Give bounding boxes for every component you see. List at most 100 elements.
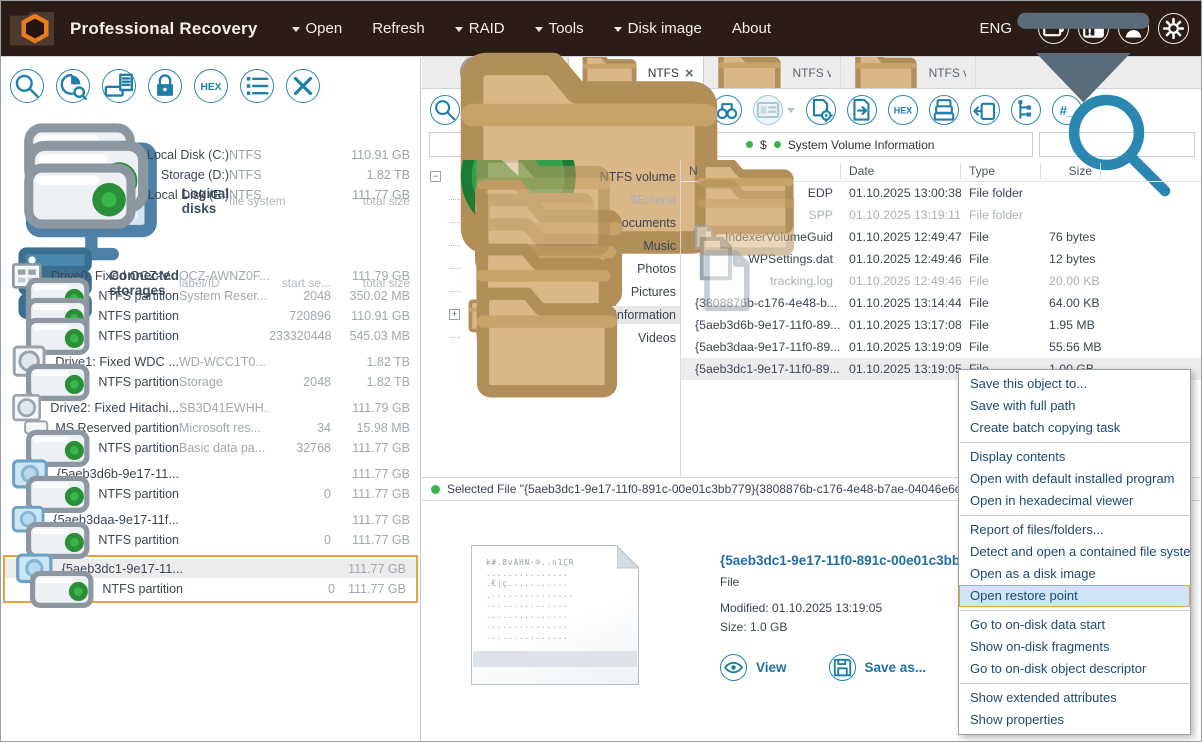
menu-item-open[interactable]: Open bbox=[292, 20, 343, 37]
context-menu-item-go-to-on-disk-object-descriptor[interactable]: Go to on-disk object descriptor bbox=[959, 658, 1190, 680]
tree-stub-icon bbox=[449, 291, 460, 292]
thumbnail-line: ............... bbox=[486, 632, 628, 643]
attributes-button[interactable] bbox=[240, 69, 274, 103]
collapse-icon[interactable]: − bbox=[430, 171, 441, 182]
context-menu-item-detect-and-open-a-contained-file-system[interactable]: Detect and open a contained file system bbox=[959, 541, 1190, 563]
app-window: Professional Recovery OpenRefreshRAIDToo… bbox=[0, 0, 1202, 742]
storage-size: 111.79 GB bbox=[331, 401, 410, 415]
logical-disks-list: Local Disk (C:)NTFS110.91 GBStorage (D:)… bbox=[1, 145, 420, 205]
connected-storages-list: Drive0: Fixed OCZ-V...OCZ-AWNZ0F...111.7… bbox=[1, 266, 420, 603]
storage-label: NTFS partition bbox=[102, 582, 183, 596]
file-size: 20.00 KB bbox=[1041, 274, 1101, 288]
report-button[interactable] bbox=[929, 95, 959, 125]
file-date: 01.10.2025 13:19:05 bbox=[841, 362, 961, 376]
thumbnail-line: .€¦ç........... bbox=[486, 579, 628, 590]
storage-start-sector: 34 bbox=[269, 421, 331, 435]
file-date: 01.10.2025 12:49:47 bbox=[841, 230, 961, 244]
context-menu-item-display-contents[interactable]: Display contents bbox=[959, 446, 1190, 468]
toolbar-group bbox=[970, 95, 1000, 125]
toolbar-group bbox=[929, 95, 959, 125]
storage-start-sector: 2048 bbox=[269, 289, 331, 303]
save-as-button-label: Save as... bbox=[865, 660, 927, 675]
preview-modified: Modified: 01.10.2025 13:19:05 bbox=[720, 601, 988, 615]
file-name-cell: {5aeb3dc1-9e17-11f0-89... bbox=[681, 362, 841, 376]
copy-file-button[interactable] bbox=[847, 95, 877, 125]
file-thumbnail: k#.8vÁHN·®..n1ÇR................€¦ç.....… bbox=[471, 545, 639, 685]
tree-item[interactable]: Videos bbox=[422, 326, 680, 349]
file-type: File bbox=[961, 340, 1041, 354]
disk-filesystem: NTFS bbox=[229, 148, 309, 162]
tree-item-label: Pictures bbox=[627, 283, 680, 301]
file-date: 01.10.2025 12:49:46 bbox=[841, 274, 961, 288]
storage-size: 111.77 GB bbox=[331, 513, 410, 527]
file-size: 64.00 KB bbox=[1041, 296, 1101, 310]
breadcrumb-root[interactable]: $ bbox=[760, 138, 767, 152]
breadcrumb[interactable]: $ System Volume Information bbox=[429, 132, 1033, 157]
storage-partition-row[interactable]: NTFS partition0111.77 GB bbox=[1, 530, 420, 549]
view-button[interactable]: View bbox=[720, 654, 787, 681]
tab-label: NTFS volume (sector 0 on {... bbox=[929, 66, 967, 80]
page-fold-icon bbox=[617, 546, 640, 569]
storage-label: NTFS partition bbox=[98, 375, 179, 389]
storage-size: 111.77 GB bbox=[335, 562, 406, 576]
column-size[interactable]: Size bbox=[1041, 163, 1101, 179]
storage-start-sector: 233320448 bbox=[269, 329, 331, 343]
status-dot-icon bbox=[774, 141, 781, 148]
storage-id: SB3D41EWHH... bbox=[179, 401, 269, 415]
file-row[interactable]: {5aeb3daa-9e17-11f0-89...01.10.2025 13:1… bbox=[681, 336, 1201, 358]
tree-button[interactable] bbox=[1011, 95, 1041, 125]
folder-tree: −NTFS volume$ExtendDocumentsMusicPhotosP… bbox=[422, 160, 681, 477]
storage-id: Storage bbox=[179, 375, 269, 389]
toolbar-group bbox=[806, 95, 836, 125]
tab-4[interactable]: NTFS volume (sector 0 on {... bbox=[841, 57, 977, 88]
context-menu-item-go-to-on-disk-data-start[interactable]: Go to on-disk data start bbox=[959, 614, 1190, 636]
export-button[interactable] bbox=[970, 95, 1000, 125]
context-menu-item-save-this-object-to[interactable]: Save this object to... bbox=[959, 373, 1190, 395]
toolbar-group bbox=[847, 95, 877, 125]
context-menu-item-open-as-a-disk-image[interactable]: Open as a disk image bbox=[959, 563, 1190, 585]
storage-size: 1.82 TB bbox=[331, 375, 410, 389]
file-type: File folder bbox=[961, 208, 1041, 222]
eye-icon bbox=[721, 655, 746, 680]
storage-size: 111.77 GB bbox=[331, 487, 410, 501]
context-menu-item-create-batch-copying-task[interactable]: Create batch copying task bbox=[959, 417, 1190, 439]
storage-start-sector: 0 bbox=[269, 487, 331, 501]
preview-file-name: {5aeb3dc1-9e17-11f0-891c-00e01c3bb779} bbox=[720, 553, 988, 568]
batch-copy-button[interactable] bbox=[806, 95, 836, 125]
menu-item-label: Refresh bbox=[372, 20, 425, 37]
storage-start-sector: 0 bbox=[269, 533, 331, 547]
save-as-button[interactable]: Save as... bbox=[829, 654, 927, 681]
file-row[interactable]: SPP01.10.2025 13:19:11File folder bbox=[681, 204, 1201, 226]
context-menu-item-show-extended-attributes[interactable]: Show extended attributes bbox=[959, 687, 1190, 709]
storage-id: Microsoft res... bbox=[179, 421, 269, 435]
thumbnail-line: ............... bbox=[486, 569, 628, 580]
context-menu-item-open-in-hexadecimal-viewer[interactable]: Open in hexadecimal viewer bbox=[959, 490, 1190, 512]
svg-text:HEX: HEX bbox=[894, 106, 912, 116]
storage-partition-row[interactable]: NTFS partitionStorage20481.82 TB bbox=[1, 372, 420, 391]
file-row[interactable]: tracking.log01.10.2025 12:49:46File20.00… bbox=[681, 270, 1201, 292]
navigation-row: $ System Volume Information bbox=[429, 132, 1195, 157]
column-date[interactable]: Date bbox=[841, 163, 961, 179]
file-type: File bbox=[961, 252, 1041, 266]
context-menu-item-open-with-default-installed-program[interactable]: Open with default installed program bbox=[959, 468, 1190, 490]
context-menu-item-show-properties[interactable]: Show properties bbox=[959, 709, 1190, 731]
hex-button[interactable]: HEX bbox=[888, 95, 918, 125]
context-menu-item-save-with-full-path[interactable]: Save with full path bbox=[959, 395, 1190, 417]
storage-id: Basic data pa... bbox=[179, 441, 269, 455]
breadcrumb-current[interactable]: System Volume Information bbox=[788, 138, 935, 152]
storage-start-sector: 720896 bbox=[269, 309, 331, 323]
close-button[interactable] bbox=[286, 69, 320, 103]
context-menu-item-open-restore-point[interactable]: Open restore point bbox=[959, 585, 1190, 607]
column-type[interactable]: Type bbox=[961, 163, 1041, 179]
expand-icon[interactable]: + bbox=[449, 309, 460, 320]
tree-stub-icon bbox=[449, 199, 460, 200]
file-date: 01.10.2025 13:14:44 bbox=[841, 296, 961, 310]
storage-partition-row[interactable]: NTFS partition0111.77 GB bbox=[5, 579, 416, 598]
context-menu-item-report-of-files-folders[interactable]: Report of files/folders... bbox=[959, 519, 1190, 541]
context-menu-item-show-on-disk-fragments[interactable]: Show on-disk fragments bbox=[959, 636, 1190, 658]
preview-size: Size: 1.0 GB bbox=[720, 620, 988, 634]
copy-file-icon bbox=[848, 96, 876, 124]
menu-item-label: Open bbox=[306, 20, 343, 37]
tree-stub-icon bbox=[449, 245, 460, 246]
menu-item-refresh[interactable]: Refresh bbox=[372, 20, 425, 37]
